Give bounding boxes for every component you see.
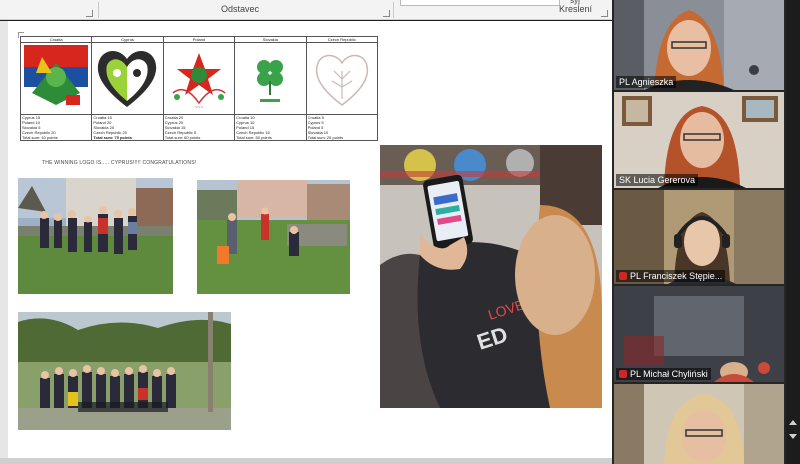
score-total: Total sum: 60 points xyxy=(164,135,201,140)
czech-logo-image xyxy=(315,54,368,106)
photo-class-group xyxy=(18,312,231,430)
score-cell-croatia: Cyprus 15 Poland 10 Slovakia 5 Czech Rep… xyxy=(19,114,93,141)
logo-voting-table: Croatia Cyprus Poland Slovakia Czech Rep… xyxy=(19,36,379,141)
score-total: Total sum: 75 points xyxy=(93,135,132,140)
croatia-logo-image xyxy=(24,45,88,109)
ribbon-separator xyxy=(393,2,394,18)
horizontal-scrollbar[interactable] xyxy=(0,458,612,464)
mic-muted-icon xyxy=(619,370,627,378)
logo-czech-republic xyxy=(305,42,379,115)
winning-logo-caption: THE WINNING LOGO IS..... CYPRUS!!!!! CON… xyxy=(42,160,197,166)
score-cell-czech-republic: Croatia 5 Cyprus 5 Poland 5 Slovakia 10 … xyxy=(305,114,379,141)
poland-logo-image: ~~~ xyxy=(172,53,226,111)
ribbon-group-paragraph: Odstavec xyxy=(220,4,260,14)
participant-video xyxy=(614,384,784,464)
mic-muted-icon xyxy=(619,272,627,280)
logo-cyprus xyxy=(91,42,164,115)
photo-group-kids xyxy=(18,178,173,294)
photo-child-with-phone: ED LOVE xyxy=(380,145,602,408)
logo-croatia xyxy=(19,42,93,115)
participant-tile[interactable] xyxy=(614,384,784,464)
score-cell-cyprus: Croatia 15 Poland 20 Slovakia 20 Czech R… xyxy=(91,114,164,141)
screen: Odstavec syj Kreslení Croatia Cyprus Pol… xyxy=(0,0,800,464)
participant-name: PL Michał Chyliński xyxy=(616,368,711,380)
participants-scrollbar[interactable] xyxy=(786,0,800,464)
table-logo-row: ~~~ xyxy=(19,42,379,115)
participant-name: SK Lucia Gererova xyxy=(616,174,699,186)
ribbon-separator xyxy=(98,2,99,18)
logo-poland: ~~~ xyxy=(162,42,236,115)
participant-name: PL Franciszek Stępie... xyxy=(616,270,726,282)
dialog-launcher-icon[interactable] xyxy=(601,10,608,17)
score-cell-poland: Croatia 20 Cyprus 20 Slovakia 15 Czech R… xyxy=(162,114,236,141)
slovakia-logo-image xyxy=(257,60,284,102)
score-total: Total sum: 40 points xyxy=(22,135,58,140)
participant-tile[interactable]: PL Michał Chyliński xyxy=(614,286,784,382)
score-cell-slovakia: Croatia 10 Cyprus 10 Poland 15 Czech Rep… xyxy=(234,114,307,141)
logo-slovakia xyxy=(234,42,307,115)
scroll-up-icon[interactable] xyxy=(789,420,797,425)
svg-text:~~~: ~~~ xyxy=(194,105,203,111)
table-score-row: Cyprus 15 Poland 10 Slovakia 5 Czech Rep… xyxy=(19,114,379,141)
score-total: Total sum: 25 points xyxy=(307,135,344,140)
cyprus-logo-image xyxy=(98,50,157,107)
participant-tile[interactable]: SK Lucia Gererova xyxy=(614,92,784,188)
ribbon-group-drawing: Kreslení xyxy=(558,4,592,14)
participant-tile[interactable]: PL Franciszek Stępie... xyxy=(614,190,784,284)
dialog-launcher-icon[interactable] xyxy=(383,10,390,17)
dialog-launcher-icon[interactable] xyxy=(86,10,93,17)
score-total: Total sum: 50 points xyxy=(236,135,272,140)
scroll-down-icon[interactable] xyxy=(789,434,797,439)
word-ribbon: Odstavec syj Kreslení xyxy=(0,0,612,20)
participant-name: PL Agnieszka xyxy=(616,76,677,88)
participant-tile[interactable]: PL Agnieszka xyxy=(614,0,784,90)
photo-litter-pickup xyxy=(197,180,350,294)
